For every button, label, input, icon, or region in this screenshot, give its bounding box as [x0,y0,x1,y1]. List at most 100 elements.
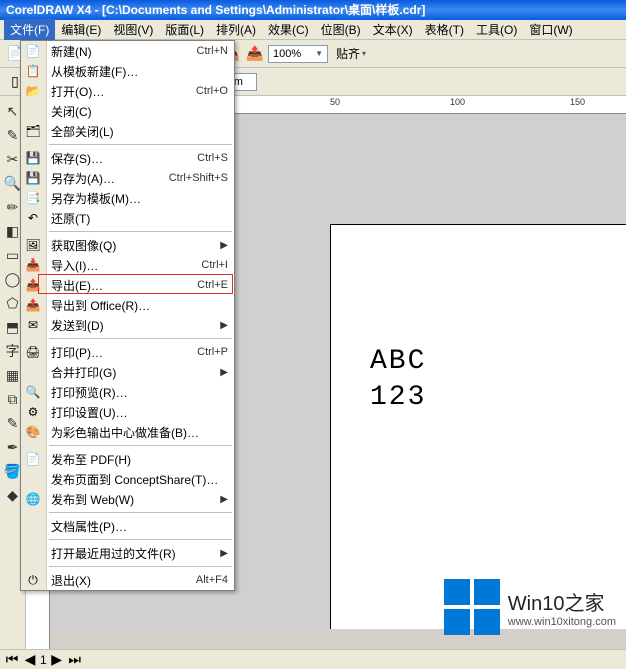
menu-item-label: 为彩色输出中心做准备(B)… [51,424,228,441]
menu-item-icon: 💾 [25,150,41,166]
menu-item-label: 发布页面到 ConceptShare(T)… [51,471,228,488]
menu-item[interactable]: ✉发送到(D)▶ [47,315,234,335]
menu-item[interactable]: 💾保存(S)…Ctrl+S [47,148,234,168]
submenu-arrow-icon: ▶ [220,320,228,331]
menu-item[interactable]: 🌐发布到 Web(W)▶ [47,489,234,509]
menu-item-shortcut: Ctrl+S [197,152,228,164]
menu-item-icon [25,364,41,380]
menu-item-shortcut: Ctrl+Shift+S [169,172,228,184]
next-page-icon[interactable]: ▶ [49,652,65,668]
first-page-icon[interactable]: ⏮ [4,652,20,668]
menu-item-label: 发布到 Web(W) [51,491,216,508]
menu-item[interactable]: 文档属性(P)… [47,516,234,536]
menu-item[interactable]: 🗂全部关闭(L) [47,121,234,141]
menu-item[interactable]: 合并打印(G) ▶ [47,362,234,382]
menu-arrange[interactable]: 排列(A) [210,19,262,40]
menu-item[interactable]: 🖨打印(P)…Ctrl+P [47,342,234,362]
menu-item[interactable]: 🖼获取图像(Q)▶ [47,235,234,255]
snap-label[interactable]: 贴齐 [336,45,360,62]
menu-item-shortcut: Ctrl+N [197,45,228,57]
menu-item[interactable]: 📥导入(I)…Ctrl+I [47,255,234,275]
menu-separator [49,512,232,513]
menu-item[interactable]: 📤导出(E)…Ctrl+E [47,275,234,295]
menu-item-icon: 📋 [25,63,41,79]
menu-view[interactable]: 视图(V) [107,19,159,40]
menu-item[interactable]: 打开最近用过的文件(R)▶ [47,543,234,563]
menu-item-icon: 🖼 [25,237,41,253]
menu-item[interactable]: ↶还原(T) [47,208,234,228]
menu-item-label: 还原(T) [51,210,228,227]
zoom-value: 100% [273,48,301,60]
menu-item[interactable]: ⏻退出(X)Alt+F4 [47,570,234,590]
menu-separator [49,144,232,145]
menu-item-icon: ↶ [25,210,41,226]
menu-item-icon [25,471,41,487]
menu-edit[interactable]: 编辑(E) [55,19,107,40]
menu-item-icon: 🗂 [25,123,41,139]
menu-item[interactable]: 📑另存为模板(M)… [47,188,234,208]
menu-item-shortcut: Alt+F4 [196,574,228,586]
menu-effects[interactable]: 效果(C) [262,19,315,40]
chevron-down-icon: ▾ [362,49,366,58]
menu-item-label: 导出(E)… [51,277,197,294]
menu-item-icon: ⏻ [25,572,41,588]
menu-item-label: 退出(X) [51,572,196,589]
last-page-icon[interactable]: ⏭ [67,652,83,668]
menu-item-label: 合并打印(G) [51,364,216,381]
menu-item-icon: 📤 [25,277,41,293]
watermark-url: www.win10xitong.com [508,616,616,628]
menu-item[interactable]: 发布页面到 ConceptShare(T)… [47,469,234,489]
menu-item-icon: ✉ [25,317,41,333]
menu-item-label: 打开最近用过的文件(R) [51,545,216,562]
canvas-text[interactable]: ABC 123 [370,344,426,417]
menu-item-label: 发布至 PDF(H) [51,451,228,468]
menu-window[interactable]: 窗口(W) [523,19,578,40]
menu-item[interactable]: 关闭(C) [47,101,234,121]
menu-item-label: 文档属性(P)… [51,518,228,535]
menu-item-label: 导出到 Office(R)… [51,297,228,314]
menu-item[interactable]: 📤导出到 Office(R)… [47,295,234,315]
menu-item[interactable]: 📂打开(O)…Ctrl+O [47,81,234,101]
status-bar: ⏮ ◀ 1 ▶ ⏭ [0,649,626,669]
menu-item[interactable]: 📄发布至 PDF(H) [47,449,234,469]
menu-separator [49,566,232,567]
menu-item[interactable]: 🎨为彩色输出中心做准备(B)… [47,422,234,442]
zoom-combo[interactable]: 100% ▼ [268,45,328,63]
menu-bitmaps[interactable]: 位图(B) [315,19,367,40]
menu-bar: 文件(F) 编辑(E) 视图(V) 版面(L) 排列(A) 效果(C) 位图(B… [0,20,626,40]
menu-file[interactable]: 文件(F) [4,19,55,40]
menu-item-label: 打印设置(U)… [51,404,228,421]
menu-item-shortcut: Ctrl+O [196,85,228,97]
menu-item-icon: 📤 [25,297,41,313]
canvas-text-line2: 123 [370,380,426,416]
submenu-arrow-icon: ▶ [220,494,228,505]
menu-item-icon: 🌐 [25,491,41,507]
export-icon[interactable]: 📤 [244,43,266,65]
menu-table[interactable]: 表格(T) [419,19,470,40]
menu-item-label: 发送到(D) [51,317,216,334]
menu-item-shortcut: Ctrl+P [197,346,228,358]
menu-item[interactable]: 💾另存为(A)…Ctrl+Shift+S [47,168,234,188]
menu-item-icon: 📄 [25,43,41,59]
menu-tools[interactable]: 工具(O) [470,19,523,40]
menu-item-icon: 📄 [25,451,41,467]
menu-item-label: 全部关闭(L) [51,123,228,140]
menu-item-label: 打印预览(R)… [51,384,228,401]
menu-layout[interactable]: 版面(L) [159,19,210,40]
prev-page-icon[interactable]: ◀ [22,652,38,668]
menu-item-icon [25,518,41,534]
menu-item[interactable]: 📋从模板新建(F)… [47,61,234,81]
menu-item[interactable]: 🔍打印预览(R)… [47,382,234,402]
menu-item-icon: 💾 [25,170,41,186]
menu-text[interactable]: 文本(X) [367,19,419,40]
menu-item[interactable]: ⚙打印设置(U)… [47,402,234,422]
menu-item-label: 获取图像(Q) [51,237,216,254]
menu-item-icon: 🔍 [25,384,41,400]
menu-separator [49,445,232,446]
title-bar: CorelDRAW X4 - [C:\Documents and Setting… [0,0,626,20]
menu-item-label: 另存为(A)… [51,170,169,187]
menu-item-label: 从模板新建(F)… [51,63,228,80]
submenu-arrow-icon: ▶ [220,367,228,378]
page[interactable] [330,224,626,629]
menu-item[interactable]: 📄新建(N)Ctrl+N [47,41,234,61]
